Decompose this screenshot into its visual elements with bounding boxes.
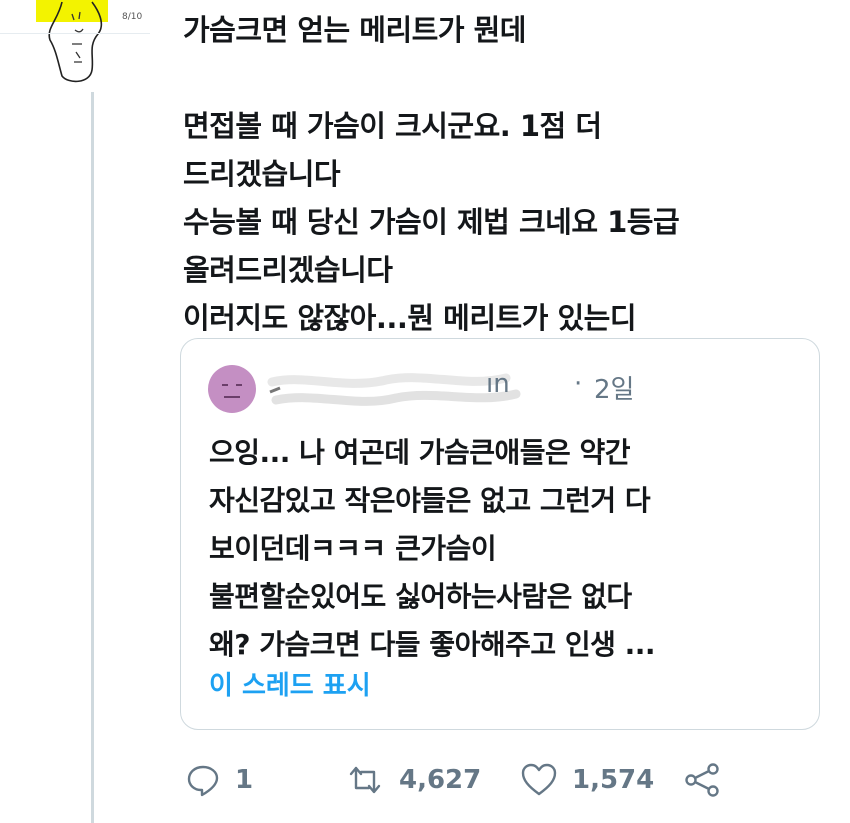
quote-separator: · — [574, 369, 583, 399]
avatar[interactable] — [28, 0, 128, 86]
quote-avatar[interactable] — [208, 365, 256, 413]
retweet-count: 4,627 — [399, 765, 482, 795]
quote-handle-tail: ın — [486, 369, 510, 399]
tweet-text: 가슴크면 얻는 메리트가 뭔데 면접볼 때 가슴이 크시군요. 1점 더 드리겠… — [183, 13, 680, 335]
reply-count: 1 — [235, 765, 254, 795]
share-icon — [685, 763, 719, 797]
redacted-name — [266, 364, 556, 422]
retweet-button[interactable]: 4,627 — [345, 757, 481, 803]
face-avatar-icon — [222, 384, 242, 398]
reply-button[interactable]: 1 — [185, 757, 253, 803]
heart-icon — [521, 763, 557, 796]
divider — [0, 33, 150, 34]
avatar-badge: 8/10 — [122, 12, 143, 22]
reply-icon — [187, 765, 219, 797]
quoted-tweet-card[interactable]: ın · 2일 으잉... 나 여곤데 가슴큰애들은 약간 자신감있고 작은야들… — [180, 338, 820, 730]
quote-text: 으잉... 나 여곤데 가슴큰애들은 약간 자신감있고 작은야들은 없고 그런거… — [209, 436, 656, 661]
thread-line — [91, 92, 94, 823]
like-button[interactable]: 1,574 — [520, 757, 654, 803]
sketch-avatar-icon — [36, 0, 108, 83]
retweet-icon — [349, 766, 381, 794]
show-thread-link[interactable]: 이 스레드 표시 — [209, 665, 371, 702]
quote-timestamp[interactable]: 2일 — [594, 369, 634, 406]
share-button[interactable] — [683, 757, 721, 803]
like-count: 1,574 — [572, 765, 655, 795]
